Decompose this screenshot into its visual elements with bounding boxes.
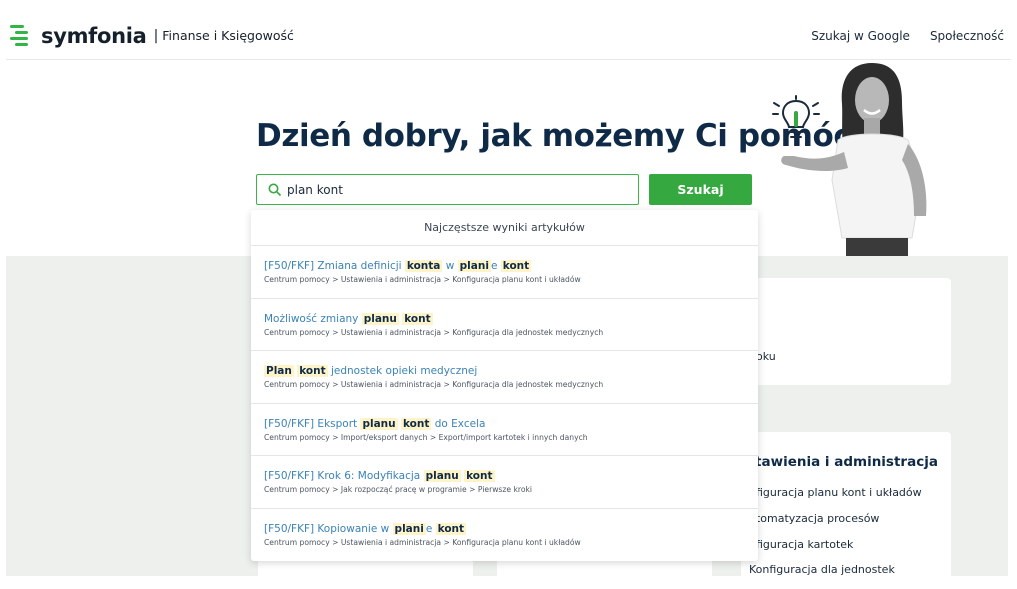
logo-wordmark: symfonia — [41, 24, 147, 48]
card-link[interactable]: nfiguracja planu kont i układów — [749, 486, 922, 499]
search-result-breadcrumb: Centrum pomocy > Jak rozpocząć pracę w p… — [264, 485, 532, 494]
highlighted-term: kont — [464, 470, 495, 482]
result-title-text: w — [442, 260, 458, 272]
result-title-text: e — [490, 260, 501, 272]
search-result-breadcrumb: Centrum pomocy > Import/eksport danych >… — [264, 432, 588, 442]
highlighted-term: konta — [404, 260, 443, 272]
help-center-page: symfonia | Finanse i Księgowość Szukaj w… — [0, 0, 1017, 589]
card-text: oku — [756, 350, 776, 363]
highlighted-term: kont — [400, 417, 432, 430]
top-header: symfonia | Finanse i Księgowość Szukaj w… — [0, 0, 1017, 60]
result-title-text: [F50/FKF] Krok 6: Modyfikacja — [264, 470, 424, 482]
search-result-item[interactable]: [F50/FKF] Zmiana definicji konta w plani… — [251, 246, 758, 299]
highlighted-term: kont — [435, 522, 467, 535]
result-title-text: do Excela — [431, 417, 486, 430]
highlighted-term: Plan — [264, 365, 294, 377]
search-result-breadcrumb: Centrum pomocy > Ustawienia i administra… — [264, 380, 604, 389]
search-result-item[interactable]: Plan kont jednostek opieki medycznej Cent… — [251, 351, 758, 404]
result-title-text: e — [425, 522, 436, 535]
search-box[interactable] — [256, 174, 639, 205]
result-title-text: jednostek opieki medycznej — [327, 365, 478, 377]
top-nav: Szukaj w Google Społeczność — [811, 29, 1004, 43]
highlighted-term: planu — [360, 417, 398, 430]
dropdown-header: Najczęstsze wyniki artykułów — [251, 210, 758, 246]
search-result-title[interactable]: [F50/FKF] Eksport planu kont do Excela — [264, 417, 758, 432]
highlighted-term: kont — [297, 365, 328, 377]
highlighted-term: planu — [423, 470, 461, 482]
category-card[interactable]: oku — [741, 278, 951, 385]
search-result-title[interactable]: [F50/FKF] Zmiana definicji konta w plani… — [264, 259, 758, 274]
result-title-text: [F50/FKF] Kopiowanie w — [264, 522, 393, 535]
search-result-item[interactable]: [F50/FKF] Kopiowanie w plani e kont Centru… — [251, 509, 758, 562]
highlighted-term: plani — [392, 522, 426, 535]
search-result-breadcrumb: Centrum pomocy > Ustawienia i administra… — [264, 275, 581, 284]
logo-mark-icon — [10, 24, 34, 48]
search-result-title[interactable]: [F50/FKF] Kopiowanie w plani e kont — [264, 522, 758, 537]
search-input[interactable] — [287, 179, 627, 201]
search-result-breadcrumb: Centrum pomocy > Ustawienia i administra… — [264, 327, 604, 337]
highlighted-term: kont — [402, 312, 433, 325]
search-results-dropdown: Najczęstsze wyniki artykułów [F50/FKF] Z… — [251, 210, 758, 561]
search-result-item[interactable]: [F50/FKF] Krok 6: Modyfikacja planu kont… — [251, 456, 758, 509]
logo-product-name: Finanse i Księgowość — [162, 28, 294, 43]
search-result-title[interactable]: [F50/FKF] Krok 6: Modyfikacja planu kont — [264, 469, 758, 484]
nav-link-community[interactable]: Społeczność — [930, 29, 1004, 43]
highlighted-term: kont — [500, 260, 532, 272]
search-result-title[interactable]: Możliwość zmiany planu kont — [264, 312, 758, 327]
search-result-item[interactable]: [F50/FKF] Eksport planu kont do Excela Ce… — [251, 404, 758, 456]
logo-separator: | — [153, 28, 159, 44]
search-result-breadcrumb: Centrum pomocy > Ustawienia i administra… — [264, 537, 581, 547]
support-person-image — [781, 63, 927, 256]
result-title-text: [F50/FKF] Zmiana definicji — [264, 260, 405, 272]
card-link[interactable]: nfiguracja kartotek — [749, 538, 853, 551]
highlighted-term: plani — [457, 260, 491, 272]
search-result-title[interactable]: Plan kont jednostek opieki medycznej — [264, 364, 758, 379]
result-title-text: [F50/FKF] Eksport — [264, 417, 361, 430]
card-link[interactable]: Konfiguracja dla jednostek — [749, 563, 895, 576]
search-icon — [268, 183, 281, 196]
nav-link-google-search[interactable]: Szukaj w Google — [811, 29, 910, 43]
symfonia-logo[interactable]: symfonia | Finanse i Księgowość — [10, 24, 294, 48]
search-result-item[interactable]: Możliwość zmiany planu kont Centrum pomoc… — [251, 299, 758, 351]
card-title: stawienia i administracja — [747, 454, 938, 470]
result-title-text: Możliwość zmiany — [264, 312, 362, 325]
highlighted-term: planu — [361, 312, 399, 325]
card-link[interactable]: utomatyzacja procesów — [749, 512, 879, 525]
category-card-settings[interactable]: stawienia i administracja nfiguracja pla… — [741, 432, 951, 582]
search-button[interactable]: Szukaj — [649, 174, 752, 205]
